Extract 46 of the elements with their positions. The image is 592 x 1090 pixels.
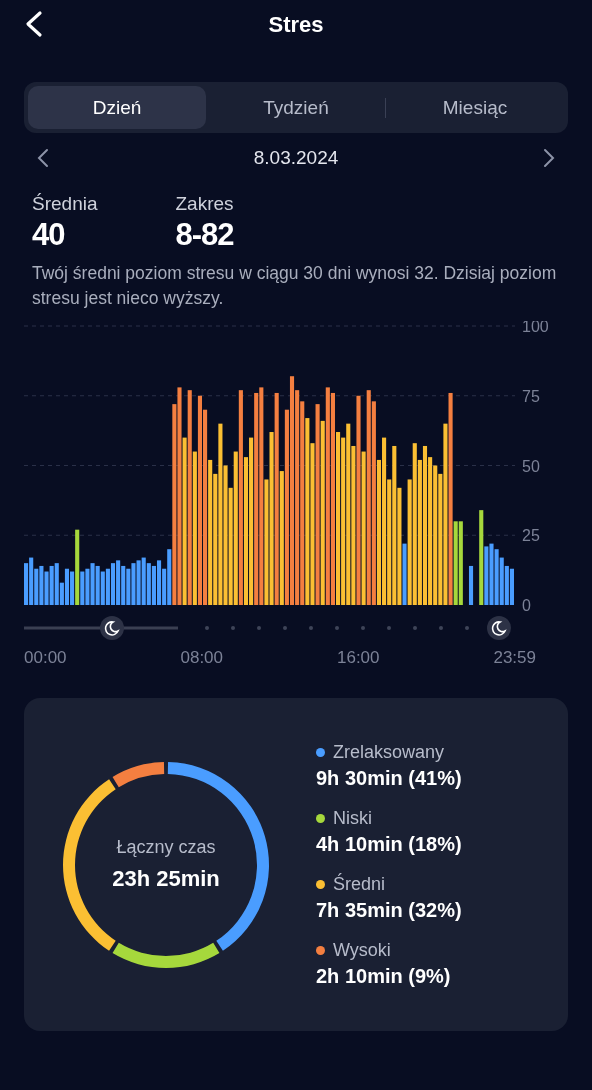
timeline-dot <box>465 626 469 630</box>
timeline-dot <box>335 626 339 630</box>
stat-value: 40 <box>32 217 66 253</box>
legend-label: Niski <box>333 807 372 829</box>
period-tab[interactable]: Miesiąc <box>386 86 564 129</box>
sleep-icon <box>487 616 511 640</box>
previous-icon[interactable] <box>36 147 50 169</box>
timeline-dot <box>361 626 365 630</box>
axis-label: 50 <box>522 457 540 475</box>
date-label: 8.03.2024 <box>253 147 339 169</box>
description-text: Twój średni poziom stresu w ciągu 30 dni wynosi 32. Dzisiaj poziom stresu jest nieco wyższy. <box>31 262 558 310</box>
sleep-icon <box>100 616 124 640</box>
total-label: Łączny czas <box>116 837 216 858</box>
timeline-dot <box>387 626 391 630</box>
period-tab[interactable]: Dzień <box>28 86 206 129</box>
next-icon[interactable] <box>542 147 556 169</box>
period-tab[interactable]: Tydzień <box>207 86 385 129</box>
total-value: 23h 25min <box>112 866 220 892</box>
legend-value: 9h 30min (41%) <box>316 766 462 790</box>
page-title: Stres <box>268 12 324 38</box>
back-icon[interactable] <box>24 10 44 38</box>
timeline-dot <box>309 626 313 630</box>
timeline-dot <box>205 626 209 630</box>
legend-value: 4h 10min (18%) <box>316 832 462 856</box>
legend-value: 7h 35min (32%) <box>316 898 462 922</box>
axis-label: 75 <box>522 387 540 405</box>
time-label: 00:00 <box>24 648 67 669</box>
legend-label: Wysoki <box>333 939 391 961</box>
legend-label: Zrelaksowany <box>333 741 445 763</box>
stat-value: 8-82 <box>175 217 234 253</box>
time-label: 23:59 <box>493 648 536 669</box>
timeline-dot <box>283 626 287 630</box>
timeline-dot <box>257 626 261 630</box>
axis-label: 25 <box>522 527 540 545</box>
timeline-dot <box>439 626 443 630</box>
stat-label: Zakres <box>175 193 234 215</box>
time-label: 08:00 <box>180 648 224 669</box>
legend-value: 2h 10min (9%) <box>316 964 452 988</box>
stress-bar <box>468 565 474 605</box>
timeline-dot <box>413 626 417 630</box>
axis-label: 0 <box>522 597 531 611</box>
axis-label: 100 <box>522 321 549 335</box>
stat-label: Średnia <box>32 193 98 215</box>
legend-label: Średni <box>333 873 386 895</box>
time-label: 16:00 <box>336 648 380 669</box>
timeline-dot <box>231 626 235 630</box>
